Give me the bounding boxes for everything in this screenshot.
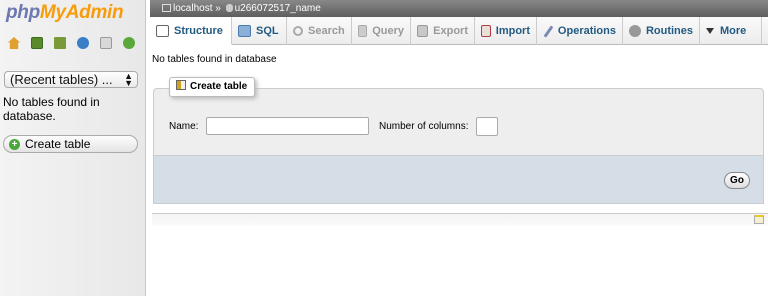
nav-create-table-button[interactable]: + Create table — [3, 135, 138, 153]
number-of-columns-label: Number of columns: — [379, 121, 469, 132]
reload-icon[interactable] — [123, 37, 135, 49]
recent-tables-select[interactable]: (Recent tables) ... ▲ ▼ — [4, 71, 138, 88]
tab-label: Structure — [174, 24, 223, 37]
number-of-columns-input[interactable] — [476, 117, 498, 136]
routines-icon — [629, 25, 641, 37]
breadcrumb-server[interactable]: localhost — [173, 3, 212, 14]
docs-icon[interactable] — [100, 37, 112, 49]
query-icon — [358, 25, 368, 37]
create-table-legend: Create table — [169, 77, 256, 97]
plus-icon: + — [9, 139, 20, 150]
table-name-label: Name: — [169, 121, 199, 132]
phpmyadmin-logo[interactable]: phpMyAdmin — [6, 2, 124, 24]
tab-more[interactable]: More — [700, 17, 762, 45]
tab-query[interactable]: Query — [352, 17, 411, 45]
import-icon — [481, 25, 491, 37]
tab-search[interactable]: Search — [287, 17, 352, 45]
go-button[interactable]: Go — [724, 172, 750, 189]
tab-label: Import — [495, 25, 530, 37]
tab-bar: Structure SQL Search Query Export Import Opera… — [150, 17, 768, 45]
structure-icon — [156, 24, 169, 37]
export-icon — [417, 25, 429, 37]
home-icon[interactable] — [8, 37, 20, 49]
database-icon — [225, 4, 233, 12]
breadcrumb-separator: » — [215, 3, 221, 14]
form-footer — [153, 156, 764, 204]
search-icon — [293, 26, 303, 36]
note-icon[interactable] — [754, 215, 764, 224]
breadcrumb: localhost » u266072517_name — [150, 0, 768, 17]
tab-structure[interactable]: Structure — [150, 17, 232, 45]
create-table-legend-label: Create table — [190, 81, 248, 92]
phpmyadmin-window: phpMyAdmin (Recent tables) ... ▲ ▼ No tab… — [0, 0, 768, 296]
nav-empty-message: No tables found in database. — [3, 95, 100, 123]
sql-query-icon[interactable] — [31, 37, 43, 49]
tab-routines[interactable]: Routines — [623, 17, 700, 45]
no-tables-message: No tables found in database — [152, 54, 277, 65]
caret-down-icon — [706, 28, 714, 34]
help-icon[interactable] — [77, 37, 89, 49]
navigation-icon-bar — [8, 37, 135, 49]
tab-sql[interactable]: SQL — [232, 17, 287, 45]
operations-icon — [543, 24, 554, 38]
tab-label: Search — [308, 25, 345, 37]
navigation-panel: phpMyAdmin (Recent tables) ... ▲ ▼ No tab… — [0, 0, 146, 296]
create-table-icon — [176, 80, 186, 90]
tab-label: SQL — [256, 25, 279, 37]
tab-label: Operations — [557, 25, 616, 37]
tab-label: Export — [433, 25, 468, 37]
tab-label: More — [720, 25, 747, 37]
tab-export[interactable]: Export — [411, 17, 475, 45]
select-arrows-icon: ▲ ▼ — [124, 71, 133, 88]
server-icon — [162, 4, 171, 12]
recent-tables-value: (Recent tables) ... — [10, 72, 113, 87]
tab-operations[interactable]: Operations — [537, 17, 623, 45]
breadcrumb-database[interactable]: u266072517_name — [235, 3, 321, 14]
tab-import[interactable]: Import — [475, 17, 537, 45]
nav-create-table-label: Create table — [25, 137, 91, 151]
sql-icon — [238, 25, 251, 37]
table-name-input[interactable] — [206, 117, 369, 135]
tab-label: Routines — [645, 25, 693, 37]
tab-label: Query — [372, 25, 404, 37]
logout-icon[interactable] — [54, 37, 66, 49]
console-bar — [152, 213, 768, 226]
